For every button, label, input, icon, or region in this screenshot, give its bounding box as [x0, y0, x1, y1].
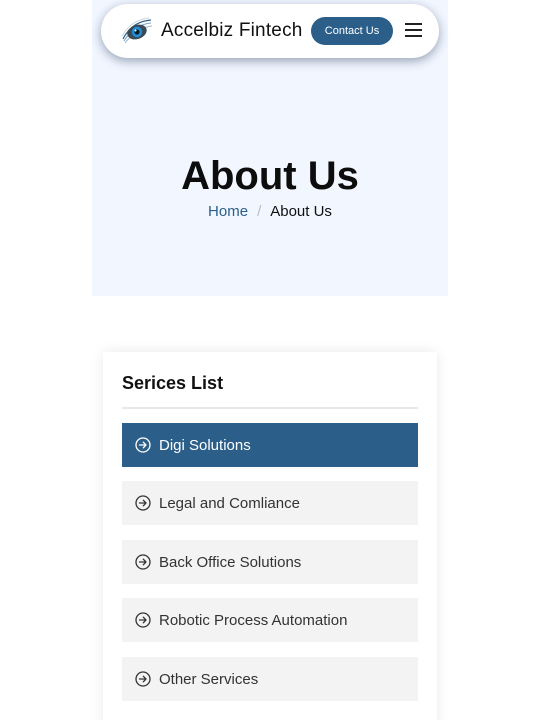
service-item-label: Robotic Process Automation	[159, 611, 348, 629]
divider	[122, 407, 418, 409]
eye-logo-icon[interactable]	[121, 17, 153, 45]
service-item-back-office-solutions[interactable]: Back Office Solutions	[122, 540, 418, 584]
circle-arrow-right-icon	[135, 437, 151, 453]
circle-arrow-right-icon	[135, 612, 151, 628]
service-item-label: Other Services	[159, 670, 259, 688]
circle-arrow-right-icon	[135, 495, 151, 511]
service-item-legal-compliance[interactable]: Legal and Comliance	[122, 481, 418, 525]
circle-arrow-right-icon	[135, 671, 151, 687]
breadcrumb-separator: /	[257, 203, 262, 220]
service-item-label: Digi Solutions	[159, 436, 251, 454]
page-title: About Us	[181, 154, 359, 198]
service-item-robotic-process-automation[interactable]: Robotic Process Automation	[122, 598, 418, 642]
services-list-card: Serices List Digi Solutions Legal and Co…	[103, 352, 437, 720]
hamburger-menu-icon[interactable]	[405, 22, 422, 38]
breadcrumb-home-link[interactable]: Home	[208, 203, 248, 220]
services-list-heading: Serices List	[122, 373, 224, 393]
page: Accelbiz Fintech Contact Us About Us Hom…	[0, 0, 540, 720]
contact-us-button[interactable]: Contact Us	[311, 17, 393, 45]
service-item-digi-solutions[interactable]: Digi Solutions	[122, 423, 418, 467]
breadcrumb: Home / About Us	[92, 203, 448, 221]
circle-arrow-right-icon	[135, 554, 151, 570]
service-item-label: Legal and Comliance	[159, 494, 300, 512]
brand-name[interactable]: Accelbiz Fintech	[161, 20, 303, 42]
breadcrumb-current: About Us	[270, 203, 332, 220]
navbar: Accelbiz Fintech Contact Us	[101, 4, 439, 58]
service-item-other-services[interactable]: Other Services	[122, 657, 418, 701]
service-item-label: Back Office Solutions	[159, 553, 302, 571]
